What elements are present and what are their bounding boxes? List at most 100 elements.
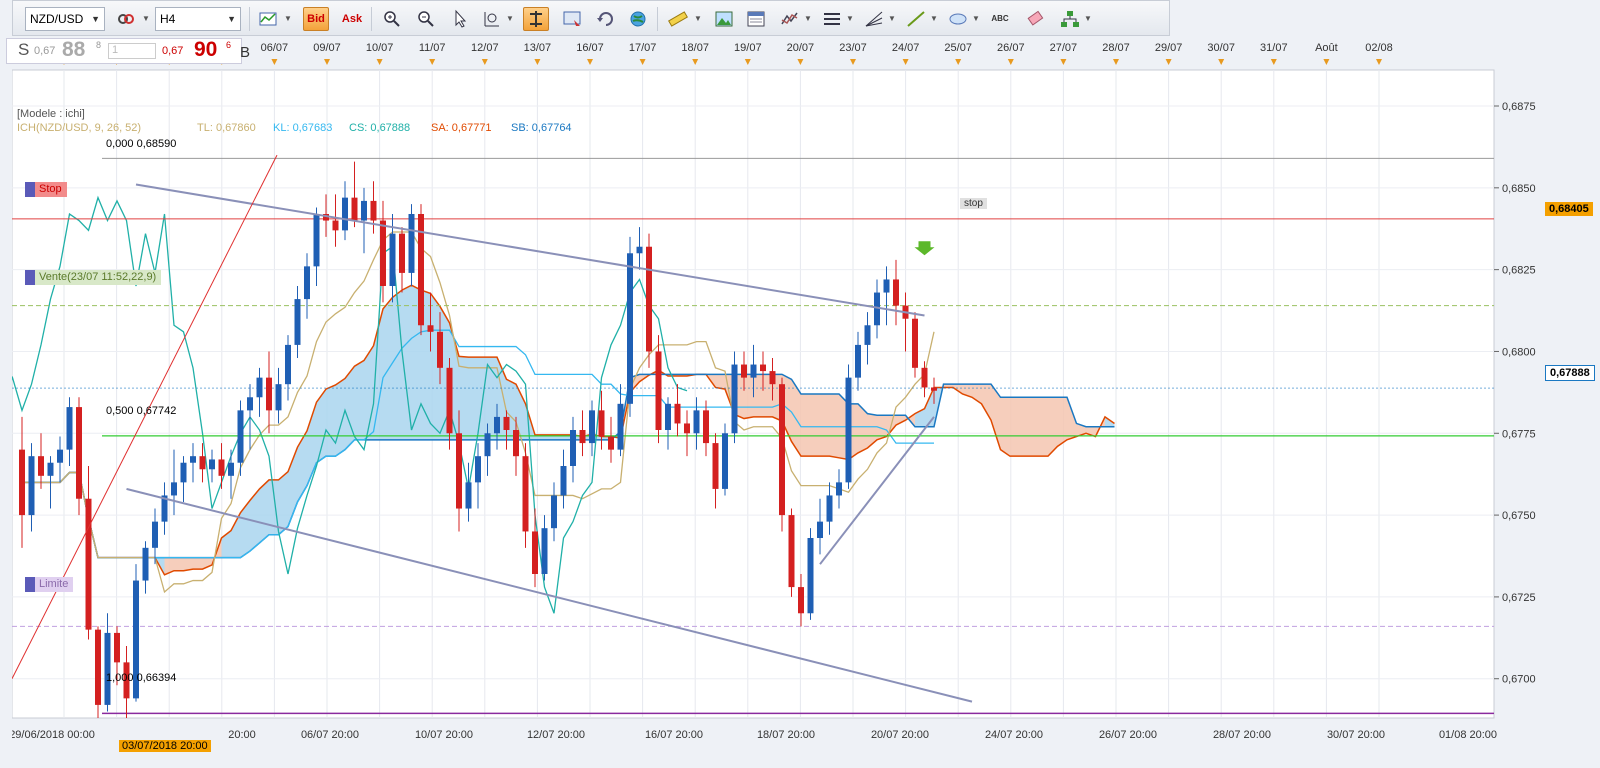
bottom-date-label: 29/06/2018 00:00 — [12, 729, 95, 741]
limite-badge-text: Limite — [39, 578, 69, 590]
candle-body — [750, 364, 757, 378]
buy-prefix: 0,67 — [162, 45, 184, 57]
stop-badge[interactable]: Stop — [25, 182, 67, 197]
candle-body — [608, 436, 614, 450]
candle-body — [142, 547, 149, 581]
price-axis-label: 0,6775 — [1502, 428, 1536, 440]
candle-body — [921, 367, 928, 388]
cursor-icon[interactable] — [447, 7, 473, 31]
candle-body — [38, 456, 44, 476]
candle-body — [541, 528, 548, 574]
candle-body — [788, 515, 795, 588]
hierarchy-icon[interactable] — [1057, 7, 1083, 31]
link-icon[interactable] — [113, 7, 139, 31]
candle-body — [389, 233, 396, 286]
globe-icon[interactable] — [625, 7, 651, 31]
ellipse-icon[interactable] — [945, 7, 971, 31]
indicator-icon[interactable] — [777, 7, 803, 31]
image-icon[interactable] — [711, 7, 737, 31]
template-icon[interactable] — [743, 7, 769, 31]
top-date-label: 29/07 — [1155, 42, 1183, 54]
candle-body — [351, 197, 358, 221]
chart-type-icon[interactable] — [255, 7, 281, 31]
bid-button[interactable]: Bid — [303, 7, 329, 31]
chevron-down-icon[interactable]: ▼ — [141, 7, 151, 31]
chevron-down-icon[interactable]: ▼ — [971, 7, 981, 31]
candle-body — [712, 443, 719, 489]
candle-body — [617, 403, 624, 450]
chevron-down-icon[interactable]: ▼ — [887, 7, 897, 31]
chevron-down-icon[interactable]: ▼ — [929, 7, 939, 31]
kumo-segment — [1000, 397, 1010, 457]
candle-body — [475, 456, 481, 483]
candle-body — [560, 466, 567, 496]
candle-body — [152, 521, 158, 548]
top-date-label: 30/07 — [1207, 42, 1235, 54]
chevron-down-icon[interactable]: ▼ — [803, 7, 813, 31]
candle-body — [304, 266, 310, 300]
chart-area[interactable]: Juil03/0704/0705/0706/0709/0710/0711/071… — [12, 38, 1544, 746]
candle-body — [494, 416, 500, 434]
text-tool-button[interactable]: ABC — [987, 7, 1013, 31]
kumo-segment — [1010, 397, 1020, 457]
chevron-down-icon[interactable]: ▼ — [505, 7, 515, 31]
fib-50-label: 0,500 0,67742 — [106, 405, 177, 417]
crosshair-icon[interactable] — [523, 7, 549, 31]
sell-price[interactable]: 88 — [62, 38, 85, 62]
candle-body — [636, 246, 643, 254]
buy-price[interactable]: 90 — [194, 38, 217, 62]
fan-icon[interactable] — [861, 7, 887, 31]
zoom-out-icon[interactable] — [413, 7, 439, 31]
vente-badge[interactable]: Vente(23/07 11:52,22,9) — [25, 270, 162, 285]
lot-input[interactable]: 1 — [108, 43, 156, 59]
model-label: [Modele : ichi] — [17, 108, 85, 120]
candle-body — [684, 423, 690, 434]
screenshot-icon[interactable] — [559, 7, 585, 31]
candle-body — [836, 482, 842, 496]
candle-body — [199, 456, 206, 470]
sell-label: S — [18, 40, 30, 59]
price-axis-label: 0,6800 — [1502, 346, 1536, 358]
candle-body — [570, 430, 576, 466]
eraser-icon[interactable] — [1023, 7, 1049, 31]
candle-body — [399, 233, 405, 273]
chevron-down-icon[interactable]: ▼ — [283, 7, 293, 31]
trendline-icon[interactable] — [903, 7, 929, 31]
candle-body — [180, 462, 187, 483]
sell-prefix: 0,67 — [34, 45, 56, 57]
chevron-down-icon[interactable]: ▼ — [693, 7, 703, 31]
timeframe-select[interactable]: H4 ▼ — [155, 7, 241, 31]
kumo-segment — [174, 557, 184, 571]
top-date-label: 24/07 — [892, 42, 920, 54]
candle-body — [598, 410, 605, 437]
price-axis-label: 0,6825 — [1502, 265, 1536, 277]
bottom-date-label: 18/07 20:00 — [757, 729, 815, 741]
price-axis-label: 0,6850 — [1502, 183, 1536, 195]
senkou-b-value: SB: 0,67764 — [511, 122, 572, 134]
chevron-down-icon[interactable]: ▼ — [1083, 7, 1093, 31]
chevron-down-icon[interactable]: ▼ — [845, 7, 855, 31]
chart-toolbar: NZD/USD ▼ ▼ H4 ▼ ▼ Bid Ask ▼ ▼ ▼ ▼ ▼ ▼ ▼ A… — [12, 0, 1170, 36]
lines-icon[interactable] — [819, 7, 845, 31]
candle-body — [665, 403, 671, 430]
candle-body — [66, 407, 73, 450]
top-date-label: 31/07 — [1260, 42, 1288, 54]
candle-body — [551, 495, 557, 529]
ruler-icon[interactable] — [665, 7, 691, 31]
refresh-icon[interactable] — [593, 7, 619, 31]
symbol-select[interactable]: NZD/USD ▼ — [25, 7, 105, 31]
chart-canvas[interactable]: Juil03/0704/0705/0706/0709/0710/0711/071… — [12, 38, 1544, 746]
top-date-label: 20/07 — [787, 42, 815, 54]
chikou-value: CS: 0,67888 — [349, 122, 411, 134]
candle-body — [646, 246, 652, 352]
current-price-box: 0,67888 — [1545, 365, 1595, 381]
zoom-in-icon[interactable] — [379, 7, 405, 31]
candle-body — [380, 220, 386, 286]
ask-button[interactable]: Ask — [339, 7, 365, 31]
zoom-area-icon[interactable] — [479, 7, 505, 31]
top-date-label: 13/07 — [524, 42, 552, 54]
kumo-segment — [259, 479, 269, 543]
symbol-value: NZD/USD — [30, 12, 84, 26]
kumo-segment — [278, 471, 288, 535]
limite-badge[interactable]: Limite — [25, 577, 74, 592]
